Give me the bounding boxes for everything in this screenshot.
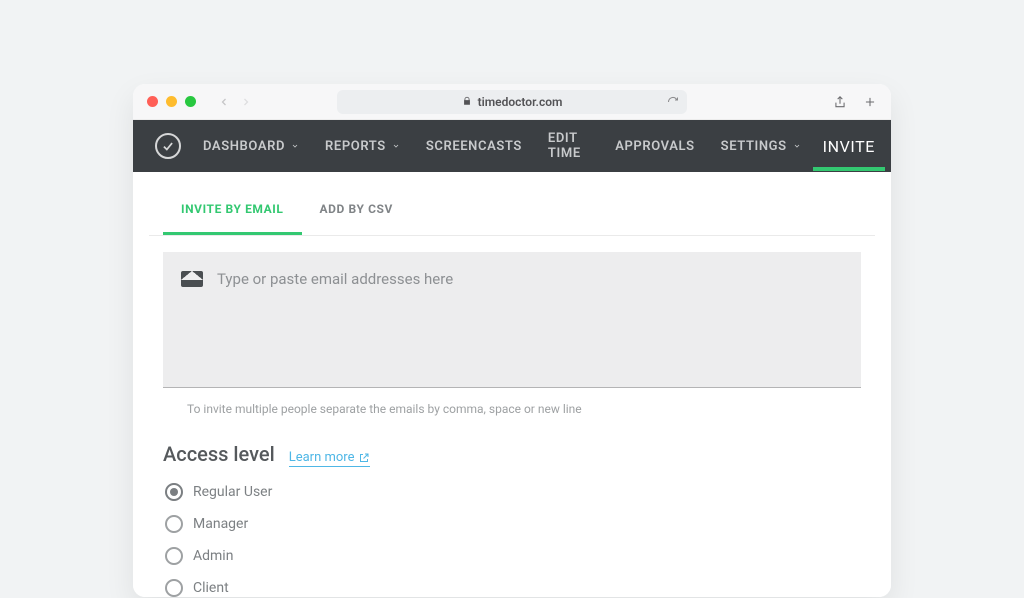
external-link-icon xyxy=(358,452,370,464)
chevron-down-icon xyxy=(793,142,801,150)
nav-screencasts[interactable]: SCREENCASTS xyxy=(426,139,522,154)
nav-reports[interactable]: REPORTS xyxy=(325,139,400,154)
browser-right-icons xyxy=(833,95,877,109)
browser-chrome: timedoctor.com xyxy=(133,84,891,120)
tab-add-by-csv[interactable]: ADD BY CSV xyxy=(302,182,411,235)
access-level-title: Access level xyxy=(163,442,275,466)
radio-button-icon xyxy=(165,547,183,565)
radio-label: Regular User xyxy=(193,484,272,500)
radio-label: Manager xyxy=(193,516,248,532)
maximize-window-button[interactable] xyxy=(185,96,196,107)
radio-button-icon xyxy=(165,483,183,501)
nav-settings[interactable]: SETTINGS xyxy=(721,139,801,154)
radio-button-icon xyxy=(165,515,183,533)
nav-active-indicator xyxy=(813,167,885,171)
refresh-button[interactable] xyxy=(667,96,679,108)
invite-tabs: INVITE BY EMAIL ADD BY CSV xyxy=(149,182,875,236)
nav-invite-label: INVITE xyxy=(823,137,875,156)
radio-manager[interactable]: Manager xyxy=(165,515,861,533)
window-controls xyxy=(147,96,196,107)
access-level-section: Access level Learn more Regular User Man… xyxy=(149,416,875,597)
nav-dashboard[interactable]: DASHBOARD xyxy=(203,139,299,154)
learn-more-link[interactable]: Learn more xyxy=(289,450,371,467)
app-header: DASHBOARD REPORTS SCREENCASTS EDIT TIME … xyxy=(133,120,891,172)
access-level-options: Regular User Manager Admin Client xyxy=(163,467,861,597)
minimize-window-button[interactable] xyxy=(166,96,177,107)
address-bar[interactable]: timedoctor.com xyxy=(337,90,687,114)
browser-window: timedoctor.com DASHBOARD REPORTS xyxy=(133,84,891,597)
new-tab-icon[interactable] xyxy=(863,95,877,109)
chevron-down-icon xyxy=(392,142,400,150)
nav-dashboard-label: DASHBOARD xyxy=(203,139,285,154)
nav-invite[interactable]: INVITE xyxy=(823,137,875,156)
radio-regular-user[interactable]: Regular User xyxy=(165,483,861,501)
timedoctor-logo[interactable] xyxy=(155,133,181,159)
chevron-down-icon xyxy=(291,142,299,150)
share-icon[interactable] xyxy=(833,95,847,109)
close-window-button[interactable] xyxy=(147,96,158,107)
nav-approvals-label: APPROVALS xyxy=(615,139,694,154)
forward-button[interactable] xyxy=(240,96,252,108)
nav-screencasts-label: SCREENCASTS xyxy=(426,139,522,154)
mail-icon xyxy=(181,271,203,287)
learn-more-label: Learn more xyxy=(289,450,355,465)
radio-button-icon xyxy=(165,579,183,597)
lock-icon xyxy=(462,95,472,109)
tab-invite-by-email-label: INVITE BY EMAIL xyxy=(181,202,284,216)
nav-reports-label: REPORTS xyxy=(325,139,386,154)
radio-client[interactable]: Client xyxy=(165,579,861,597)
nav-edit-time-label: EDIT TIME xyxy=(548,131,589,161)
email-placeholder: Type or paste email addresses here xyxy=(217,270,453,288)
tab-add-by-csv-label: ADD BY CSV xyxy=(320,202,393,216)
radio-label: Client xyxy=(193,580,229,596)
url-host: timedoctor.com xyxy=(478,95,563,109)
nav-settings-label: SETTINGS xyxy=(721,139,787,154)
radio-admin[interactable]: Admin xyxy=(165,547,861,565)
email-input-section: Type or paste email addresses here To in… xyxy=(149,236,875,416)
content-area: INVITE BY EMAIL ADD BY CSV Type or paste… xyxy=(133,182,891,597)
nav-approvals[interactable]: APPROVALS xyxy=(615,139,694,154)
back-button[interactable] xyxy=(218,96,230,108)
tab-invite-by-email[interactable]: INVITE BY EMAIL xyxy=(163,182,302,235)
email-hint: To invite multiple people separate the e… xyxy=(163,388,861,416)
main-nav: DASHBOARD REPORTS SCREENCASTS EDIT TIME … xyxy=(203,131,801,161)
email-textarea[interactable]: Type or paste email addresses here xyxy=(163,252,861,388)
radio-label: Admin xyxy=(193,548,233,564)
nav-edit-time[interactable]: EDIT TIME xyxy=(548,131,589,161)
browser-nav-arrows xyxy=(218,96,252,108)
